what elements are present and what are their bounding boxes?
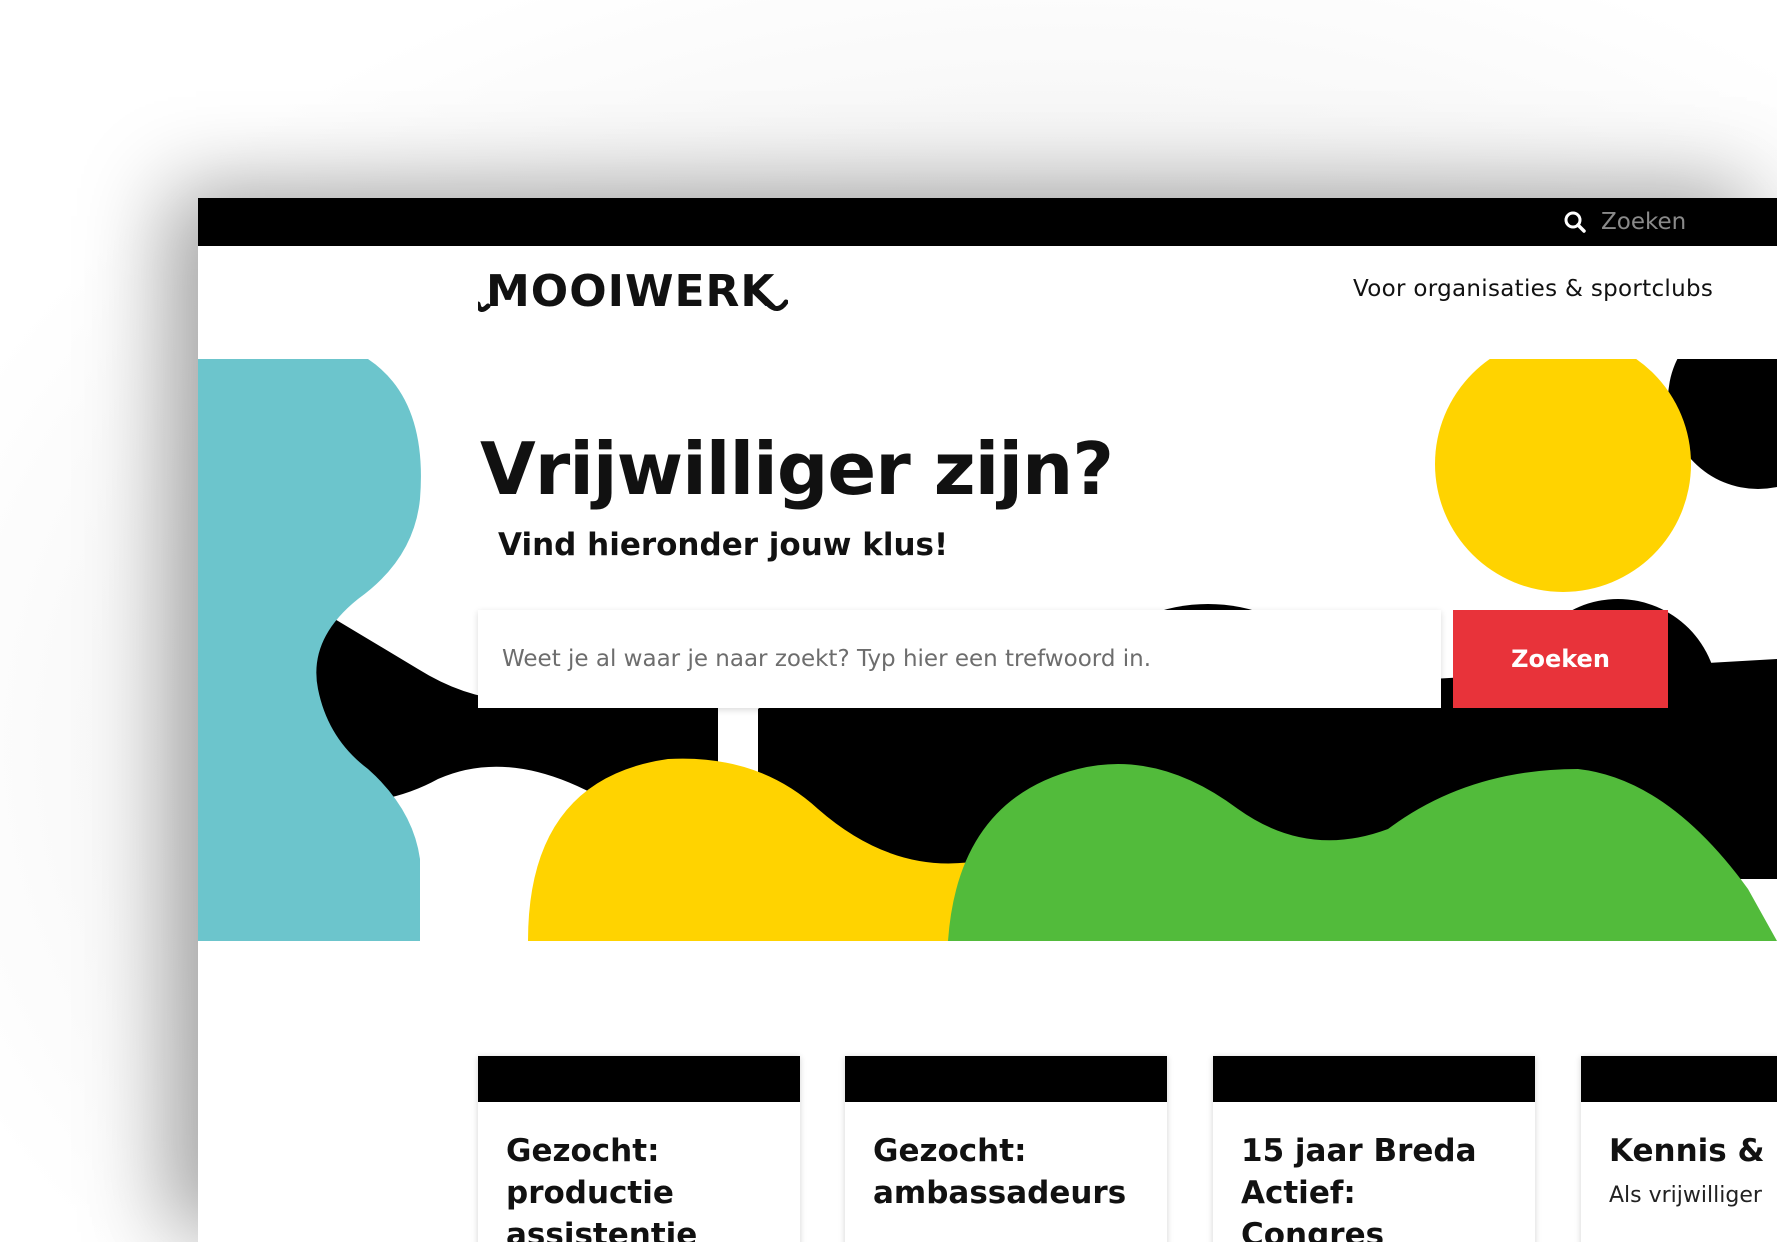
search-field-wrapper [478, 610, 1441, 708]
browser-page: Zoeken MOOIWERK Voor organisaties & spor… [198, 198, 1777, 1242]
card[interactable]: Gezocht: productie assistentie [478, 1056, 800, 1242]
keyword-search-input[interactable] [478, 610, 1441, 708]
hero-title: Vrijwilliger zijn? [480, 427, 1114, 511]
cards-row: Gezocht: productie assistentie Gezocht: … [198, 1056, 1777, 1242]
hero-subtitle: Vind hieronder jouw klus! [498, 527, 949, 563]
top-search-label[interactable]: Zoeken [1601, 209, 1686, 235]
card-image [1581, 1056, 1777, 1102]
card[interactable]: Gezocht: ambassadeurs [845, 1056, 1167, 1242]
hero-section: Vrijwilliger zijn? Vind hieronder jouw k… [198, 359, 1777, 941]
card[interactable]: 15 jaar Breda Actief: Congres [1213, 1056, 1535, 1242]
site-header: MOOIWERK Voor organisaties & sportclubs [198, 246, 1777, 359]
organisations-link[interactable]: Voor organisaties & sportclubs [1353, 276, 1713, 302]
card[interactable]: Kennis & L Als vrijwilliger [1581, 1056, 1777, 1242]
card-text: Als vrijwilliger [1609, 1183, 1762, 1208]
card-title[interactable]: Kennis & L [1609, 1130, 1777, 1172]
card-title[interactable]: 15 jaar Breda Actief: Congres [1241, 1130, 1507, 1242]
card-image [478, 1056, 800, 1102]
svg-text:MOOIWERK: MOOIWERK [486, 266, 776, 316]
card-title[interactable]: Gezocht: productie assistentie [506, 1130, 772, 1242]
search-icon[interactable] [1563, 210, 1587, 234]
mooiwerk-logo[interactable]: MOOIWERK [475, 266, 789, 320]
card-title[interactable]: Gezocht: ambassadeurs [873, 1130, 1139, 1214]
card-image [845, 1056, 1167, 1102]
top-search[interactable]: Zoeken [1563, 198, 1686, 246]
top-bar: Zoeken [198, 198, 1777, 246]
search-button[interactable]: Zoeken [1453, 610, 1668, 708]
card-image [1213, 1056, 1535, 1102]
